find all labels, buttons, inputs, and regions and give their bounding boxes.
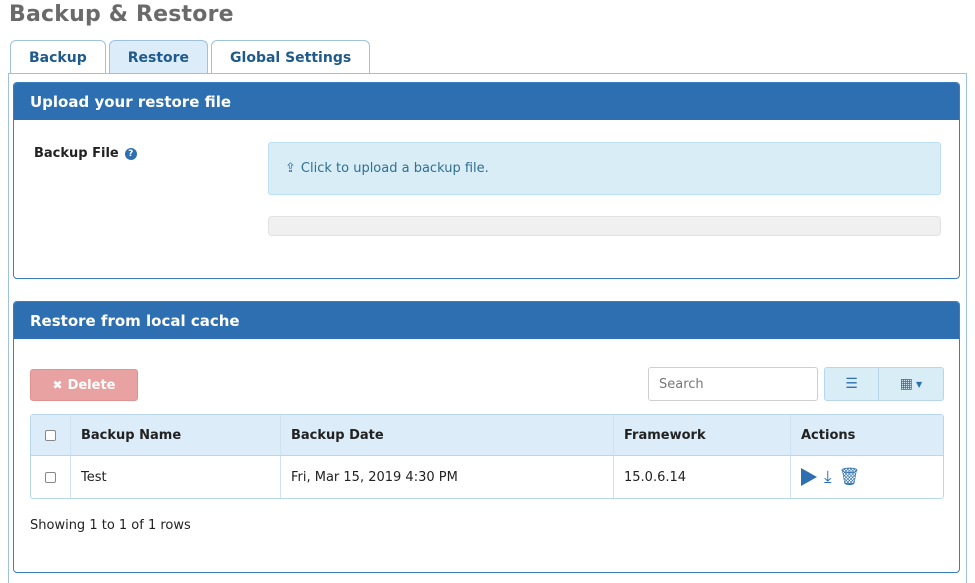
dropzone-text: Click to upload a backup file. <box>300 161 489 176</box>
row-select-cell <box>31 456 71 498</box>
local-cache-panel-title: Restore from local cache <box>14 302 959 339</box>
table-row: Test Fri, Mar 15, 2019 4:30 PM 15.0.6.14… <box>31 456 943 498</box>
upload-progress-bar <box>268 216 941 236</box>
backup-table: Backup Name Backup Date Framework Action… <box>30 414 944 499</box>
row-actions: ⤓ 🗑 <box>801 468 933 486</box>
tab-backup[interactable]: Backup <box>10 40 106 74</box>
trash-icon[interactable]: 🗑 <box>839 468 861 486</box>
backup-file-label: Backup File ? <box>34 146 137 161</box>
page-title: Backup & Restore <box>9 2 234 27</box>
tab-bar: Backup Restore Global Settings <box>10 40 373 74</box>
tab-restore[interactable]: Restore <box>108 40 209 74</box>
play-icon[interactable] <box>801 468 817 486</box>
toggle-view-button[interactable]: ☰ <box>824 367 879 401</box>
tab-global-settings[interactable]: Global Settings <box>211 40 371 74</box>
local-cache-panel: Restore from local cache ✖ Delete ☰ ▦ ▼ … <box>13 301 960 573</box>
grid-icon: ▦ <box>899 376 914 392</box>
upload-dropzone[interactable]: ⇪ Click to upload a backup file. <box>268 142 941 195</box>
upload-panel-title: Upload your restore file <box>14 83 959 120</box>
cell-framework: 15.0.6.14 <box>614 456 791 498</box>
list-icon: ☰ <box>845 376 858 392</box>
cell-backup-date: Fri, Mar 15, 2019 4:30 PM <box>281 456 614 498</box>
question-circle-icon[interactable]: ? <box>124 147 137 160</box>
select-all-checkbox[interactable] <box>45 429 56 441</box>
column-header-backup-date[interactable]: Backup Date <box>281 415 614 456</box>
table-header-row: Backup Name Backup Date Framework Action… <box>31 415 943 456</box>
caret-down-icon: ▼ <box>916 379 923 389</box>
columns-dropdown-button[interactable]: ▦ ▼ <box>879 367 944 401</box>
delete-button-label: Delete <box>67 377 116 393</box>
cell-backup-name: Test <box>71 456 281 498</box>
column-header-backup-name[interactable]: Backup Name <box>71 415 281 456</box>
column-header-framework[interactable]: Framework <box>614 415 791 456</box>
table-toolbar: ☰ ▦ ▼ <box>824 367 944 401</box>
download-icon[interactable]: ⤓ <box>824 468 832 486</box>
backup-file-label-text: Backup File <box>34 146 119 161</box>
upload-panel: Upload your restore file Backup File ? ⇪… <box>13 82 960 279</box>
pagination-info: Showing 1 to 1 of 1 rows <box>30 518 191 533</box>
cell-actions: ⤓ 🗑 <box>791 456 943 498</box>
row-checkbox[interactable] <box>45 471 56 483</box>
user-times-icon: ✖ <box>52 378 63 392</box>
column-header-actions: Actions <box>791 415 943 456</box>
upload-icon: ⇪ <box>285 161 296 176</box>
delete-button[interactable]: ✖ Delete <box>30 369 138 401</box>
select-all-cell <box>31 415 71 456</box>
search-input[interactable] <box>648 367 818 401</box>
